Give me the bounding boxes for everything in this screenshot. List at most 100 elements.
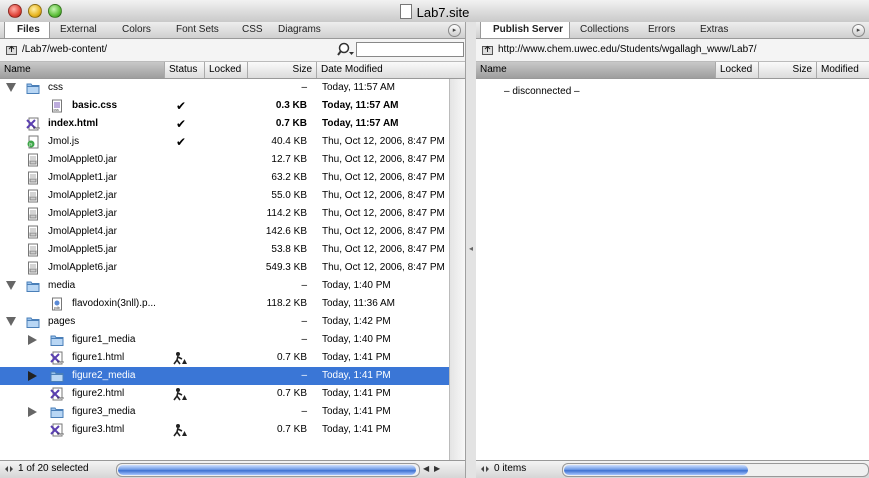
folder-icon — [26, 279, 40, 293]
grip-icon[interactable]: ◂ — [469, 244, 473, 253]
html-file-icon: htm — [26, 117, 40, 131]
file-name: figure2_media — [72, 370, 136, 381]
left-tab-colors[interactable]: Colors — [110, 22, 164, 38]
column-size[interactable]: Size — [248, 62, 317, 78]
file-date: Today, 1:41 PM — [322, 406, 391, 417]
resize-handle-icon[interactable] — [480, 464, 490, 474]
file-date: Today, 1:40 PM — [322, 280, 391, 291]
disclosure-open-icon[interactable] — [6, 83, 16, 92]
file-row[interactable]: JmolApplet6.jar 549.3 KB Thu, Oct 12, 2006… — [0, 259, 450, 277]
scroll-left-icon[interactable]: ◀ — [423, 464, 429, 473]
file-row[interactable]: htm index.html ✔ 0.7 KB Today, 11:57 AM — [0, 115, 450, 133]
file-row[interactable]: JmolApplet3.jar 114.2 KB Thu, Oct 12, 2006… — [0, 205, 450, 223]
file-row[interactable]: JmolApplet5.jar 53.8 KB Thu, Oct 12, 2006,… — [0, 241, 450, 259]
file-name: figure3.html — [72, 424, 125, 435]
folder-icon — [26, 81, 40, 95]
js-file-icon: js — [26, 135, 40, 149]
left-tab-diagrams[interactable]: Diagrams — [266, 22, 336, 38]
folder-path-icon[interactable] — [6, 44, 17, 55]
file-row[interactable]: pdb flavodoxin(3nll).p... 118.2 KB Today, 1… — [0, 295, 450, 313]
file-row[interactable]: css basic.css ✔ 0.3 KB Today, 11:57 AM — [0, 97, 450, 115]
left-tab-font-sets[interactable]: Font Sets — [164, 22, 230, 38]
jar-file-icon — [26, 207, 40, 221]
left-tab-css[interactable]: CSS — [230, 22, 266, 38]
file-name: JmolApplet6.jar — [48, 262, 117, 273]
column-modified[interactable]: Modified — [817, 62, 869, 78]
pdb-file-icon: pdb — [50, 297, 64, 311]
current-path: /Lab7/web-content/ — [22, 44, 108, 55]
tab-menu-button[interactable]: ▸ — [852, 24, 865, 37]
disclosure-open-icon[interactable] — [6, 317, 16, 326]
disclosure-closed-icon[interactable] — [28, 335, 37, 345]
file-row[interactable]: media – Today, 1:40 PM — [0, 277, 450, 295]
file-row[interactable]: htm figure2.html 0.7 KB Today, 1:41 PM — [0, 385, 450, 403]
svg-text:htm: htm — [57, 395, 64, 400]
file-row[interactable]: JmolApplet0.jar 12.7 KB Thu, Oct 12, 2006,… — [0, 151, 450, 169]
resize-handle-icon[interactable] — [4, 464, 14, 474]
search-icon[interactable] — [337, 42, 355, 57]
column-size[interactable]: Size — [759, 62, 817, 78]
disclosure-open-icon[interactable] — [6, 281, 16, 290]
file-row[interactable]: js Jmol.js ✔ 40.4 KB Thu, Oct 12, 2006, 8:47… — [0, 133, 450, 151]
file-row[interactable]: figure3_media – Today, 1:41 PM — [0, 403, 450, 421]
vertical-scrollbar[interactable] — [449, 79, 465, 461]
server-icon[interactable] — [482, 44, 493, 55]
file-date: Today, 11:57 AM — [322, 82, 396, 93]
column-locked[interactable]: Locked — [205, 62, 248, 78]
file-size: 40.4 KB — [271, 136, 307, 147]
right-tab-errors[interactable]: Errors — [636, 22, 688, 38]
disclosure-closed-icon[interactable] — [28, 371, 37, 381]
jar-file-icon — [26, 225, 40, 239]
column-date-modified[interactable]: Date Modified — [317, 62, 450, 78]
file-row[interactable]: figure1_media – Today, 1:40 PM — [0, 331, 450, 349]
file-row[interactable]: JmolApplet2.jar 55.0 KB Thu, Oct 12, 2006,… — [0, 187, 450, 205]
file-row[interactable]: htm figure3.html 0.7 KB Today, 1:41 PM — [0, 421, 450, 439]
file-name: flavodoxin(3nll).p... — [72, 298, 156, 309]
scroll-thumb[interactable] — [564, 465, 748, 475]
document-icon — [399, 4, 412, 19]
svg-text:htm: htm — [33, 125, 40, 130]
column-locked[interactable]: Locked — [716, 62, 759, 78]
file-size: – — [301, 334, 307, 345]
server-url: http://www.chem.uwec.edu/Students/wgalla… — [498, 44, 757, 55]
left-tab-files[interactable]: Files — [4, 22, 50, 38]
file-name: JmolApplet0.jar — [48, 154, 117, 165]
html-file-icon: htm — [50, 423, 64, 437]
checkmark-icon: ✔ — [176, 117, 187, 131]
right-tab-collections[interactable]: Collections — [568, 22, 636, 38]
file-size: 12.7 KB — [271, 154, 307, 165]
file-date: Thu, Oct 12, 2006, 8:47 PM — [322, 226, 445, 237]
path-bar: /Lab7/web-content/ — [0, 39, 465, 62]
tab-label: Diagrams — [278, 24, 321, 35]
scroll-thumb[interactable] — [118, 465, 416, 475]
file-size: 0.7 KB — [276, 424, 307, 435]
horizontal-scrollbar[interactable] — [116, 463, 420, 477]
tab-menu-button[interactable]: ▸ — [448, 24, 461, 37]
file-row[interactable]: htm figure1.html 0.7 KB Today, 1:41 PM — [0, 349, 450, 367]
right-tab-extras[interactable]: Extras — [688, 22, 744, 38]
file-size: 142.6 KB — [265, 226, 307, 237]
search-input[interactable] — [356, 42, 464, 57]
right-tab-publish-server[interactable]: Publish Server — [480, 22, 570, 38]
file-date: Today, 1:41 PM — [322, 388, 391, 399]
folder-icon — [50, 405, 64, 419]
svg-text:pdb: pdb — [54, 306, 60, 310]
column-name[interactable]: Name — [476, 62, 716, 78]
column-status[interactable]: Status — [165, 62, 205, 78]
file-size: 0.7 KB — [275, 118, 307, 129]
column-name[interactable]: Name — [0, 62, 165, 78]
file-row[interactable]: JmolApplet1.jar 63.2 KB Thu, Oct 12, 2006,… — [0, 169, 450, 187]
file-row[interactable]: JmolApplet4.jar 142.6 KB Thu, Oct 12, 2006… — [0, 223, 450, 241]
left-tab-external[interactable]: External — [48, 22, 110, 38]
file-row[interactable]: pages – Today, 1:42 PM — [0, 313, 450, 331]
right-tab-bar: ▸ Publish Server Collections Errors Extras — [476, 22, 869, 39]
file-row[interactable]: figure2_media – Today, 1:41 PM — [0, 367, 450, 385]
tab-label: CSS — [242, 24, 263, 35]
file-size: 63.2 KB — [271, 172, 307, 183]
scroll-right-icon[interactable]: ▶ — [434, 464, 440, 473]
file-date: Today, 1:42 PM — [322, 316, 391, 327]
file-row[interactable]: css – Today, 11:57 AM — [0, 79, 450, 97]
checkmark-icon: ✔ — [176, 135, 187, 149]
horizontal-scrollbar[interactable] — [562, 463, 869, 477]
disclosure-closed-icon[interactable] — [28, 407, 37, 417]
